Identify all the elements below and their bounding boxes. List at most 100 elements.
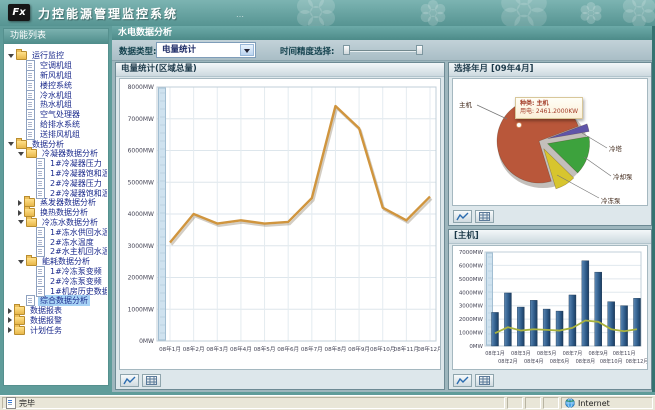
- app-logo: Fx: [8, 4, 30, 21]
- line-chart-panel: 电量统计(区域总量) 0MW1000MW2000MW3000MW4000MW50…: [115, 62, 445, 390]
- svg-text:7000MW: 7000MW: [459, 250, 484, 256]
- expand-arrow-icon[interactable]: [18, 210, 22, 216]
- bar-chart-area: 0MW1000MW2000MW3000MW4000MW5000MW6000MW7…: [452, 245, 648, 370]
- folder-icon: [26, 218, 37, 227]
- svg-text:08年3月: 08年3月: [511, 350, 531, 357]
- status-right-text: Internet: [578, 399, 610, 408]
- filter-bar: 数据类型: 电量统计 时间精度选择:: [112, 40, 652, 61]
- table-view-button[interactable]: [475, 210, 494, 223]
- svg-text:5000MW: 5000MW: [459, 277, 484, 283]
- line-chart-svg: 0MW1000MW2000MW3000MW4000MW5000MW6000MW7…: [120, 79, 441, 369]
- svg-text:08年12月: 08年12月: [417, 345, 441, 353]
- flower-decoration: [420, 0, 446, 26]
- tree-item[interactable]: 计划任务: [5, 325, 107, 335]
- bar[interactable]: [517, 307, 524, 346]
- bar[interactable]: [582, 261, 589, 346]
- chart-vertical-scrollbar[interactable]: [159, 88, 166, 340]
- bar[interactable]: [543, 309, 550, 346]
- bar-chart-panel: [主机] 0MW1000MW2000MW3000MW4000MW5000MW60…: [448, 229, 652, 390]
- chart-view-button[interactable]: [453, 210, 472, 223]
- svg-text:08年7月: 08年7月: [301, 345, 323, 353]
- sidebar: 功能列表 运行监控空调机组新风机组楼控系统冷水机组热水机组空气处理器给排水系统送…: [3, 28, 109, 386]
- expand-arrow-icon[interactable]: [18, 200, 22, 206]
- status-spacer: [507, 397, 523, 409]
- chart-view-button[interactable]: [120, 374, 139, 387]
- sidebar-tree: 运行监控空调机组新风机组楼控系统冷水机组热水机组空气处理器给排水系统送排风机组数…: [5, 46, 107, 384]
- flower-decoration: [580, 2, 602, 24]
- expand-arrow-icon[interactable]: [8, 327, 12, 333]
- svg-text:08年5月: 08年5月: [254, 345, 276, 353]
- chart-view-button[interactable]: [453, 374, 472, 387]
- svg-text:08年2月: 08年2月: [183, 345, 205, 353]
- collapse-arrow-icon[interactable]: [8, 142, 14, 146]
- tree-item-label[interactable]: 计划任务: [28, 325, 64, 336]
- svg-text:冷却泵: 冷却泵: [613, 172, 633, 181]
- bar-panel-toolbar: [453, 374, 494, 387]
- bar[interactable]: [492, 312, 499, 346]
- svg-text:08年3月: 08年3月: [206, 345, 228, 353]
- svg-text:08年9月: 08年9月: [348, 345, 370, 353]
- data-type-value: 电量统计: [162, 45, 196, 55]
- pie-chart-area: 主机冷塔冷却泵冷冻泵 种类: 主机 用电: 2461.2000KW: [452, 78, 648, 206]
- svg-text:08年12月: 08年12月: [626, 358, 648, 365]
- bar[interactable]: [530, 300, 537, 346]
- app-title-suffix: …: [236, 10, 244, 19]
- svg-text:0MW: 0MW: [139, 338, 154, 345]
- svg-text:08年6月: 08年6月: [550, 358, 570, 365]
- svg-text:08年10月: 08年10月: [370, 345, 395, 353]
- collapse-arrow-icon[interactable]: [18, 220, 24, 224]
- status-right: Internet: [561, 397, 653, 409]
- title-bar: Fx 力控能源管理监控系统 …: [0, 0, 655, 26]
- data-type-label: 数据类型:: [119, 45, 156, 57]
- bar[interactable]: [569, 295, 576, 346]
- globe-icon: [565, 398, 575, 408]
- document-icon: [26, 129, 35, 140]
- bar[interactable]: [621, 306, 628, 346]
- document-icon: [36, 286, 45, 297]
- svg-text:6000MW: 6000MW: [459, 263, 484, 269]
- pie-tooltip-value: 用电: 2461.2000KW: [520, 108, 578, 116]
- svg-text:4000MW: 4000MW: [128, 211, 154, 218]
- svg-text:08年2月: 08年2月: [498, 358, 518, 365]
- svg-text:1000MW: 1000MW: [128, 306, 154, 313]
- bar[interactable]: [608, 302, 615, 346]
- table-view-button[interactable]: [475, 374, 494, 387]
- collapse-arrow-icon[interactable]: [18, 260, 24, 264]
- folder-icon: [26, 257, 37, 266]
- bar[interactable]: [634, 298, 641, 346]
- status-bar: 完毕 Internet: [0, 395, 655, 410]
- folder-icon: [16, 51, 27, 60]
- expand-arrow-icon[interactable]: [8, 308, 12, 314]
- line-panel-toolbar: [120, 374, 161, 387]
- flower-decoration: [622, 0, 655, 28]
- collapse-arrow-icon[interactable]: [18, 152, 24, 156]
- expand-arrow-icon[interactable]: [8, 317, 12, 323]
- folder-icon: [14, 326, 25, 335]
- line-chart-title: 电量统计(区域总量): [116, 63, 444, 77]
- bar[interactable]: [556, 311, 563, 346]
- dropdown-arrow-icon[interactable]: [240, 44, 254, 56]
- table-view-button[interactable]: [142, 374, 161, 387]
- slider-handle-right[interactable]: [416, 45, 423, 55]
- bar[interactable]: [595, 272, 602, 346]
- line-chart-area: 0MW1000MW2000MW3000MW4000MW5000MW6000MW7…: [119, 78, 441, 370]
- svg-text:08年9月: 08年9月: [588, 350, 608, 357]
- bar[interactable]: [504, 293, 511, 346]
- svg-text:08年4月: 08年4月: [524, 358, 544, 365]
- svg-text:08年8月: 08年8月: [576, 358, 596, 365]
- svg-text:3000MW: 3000MW: [128, 243, 154, 250]
- svg-text:冷冻泵: 冷冻泵: [601, 196, 621, 205]
- status-spacer: [525, 397, 541, 409]
- svg-text:主机: 主机: [459, 100, 473, 109]
- svg-text:08年10月: 08年10月: [600, 358, 623, 365]
- svg-text:08年6月: 08年6月: [277, 345, 299, 353]
- slider-handle-left[interactable]: [343, 45, 350, 55]
- collapse-arrow-icon[interactable]: [8, 54, 14, 58]
- data-type-dropdown[interactable]: 电量统计: [156, 42, 256, 58]
- pie-tooltip-category: 种类: 主机: [520, 100, 578, 108]
- pie-panel-toolbar: [453, 210, 494, 223]
- status-left: 完毕: [2, 397, 505, 409]
- bar-chart-title: [主机]: [449, 230, 651, 244]
- svg-text:2000MW: 2000MW: [459, 317, 484, 323]
- time-precision-slider[interactable]: [344, 50, 422, 51]
